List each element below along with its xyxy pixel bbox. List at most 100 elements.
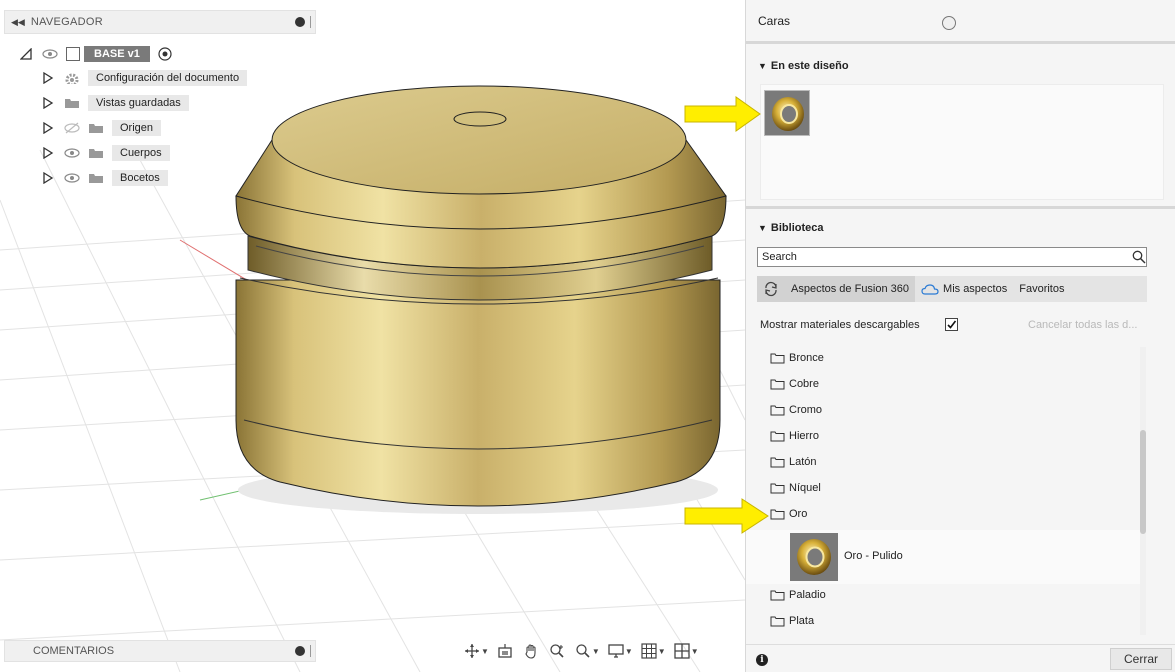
faces-radio[interactable] [942, 16, 956, 30]
library-search-input[interactable]: Search [757, 247, 1147, 267]
tab-favorites[interactable]: Favoritos [1013, 276, 1070, 302]
folder-icon [770, 353, 785, 364]
checkmark-icon [947, 320, 957, 329]
pin-dot-icon[interactable] [295, 17, 305, 27]
folder-icon [65, 99, 79, 108]
look-at-button[interactable] [497, 643, 513, 659]
comments-label: COMENTARIOS [33, 645, 115, 657]
tree-root-base[interactable]: BASE v1 [20, 44, 172, 64]
annotation-arrow-bottom [684, 498, 769, 534]
tree-item-label: Cuerpos [112, 145, 170, 161]
display-icon [608, 644, 624, 658]
eye-icon[interactable] [64, 147, 80, 159]
tree-item-saved-views[interactable]: Vistas guardadas [42, 93, 189, 113]
zoom-window-icon [576, 644, 590, 658]
collapsed-triangle-icon[interactable] [42, 122, 54, 134]
root-component-label[interactable]: BASE v1 [84, 46, 150, 62]
collapsed-triangle-icon[interactable] [42, 72, 54, 84]
zoom-button[interactable] [549, 643, 565, 659]
look-at-icon [498, 644, 512, 658]
library-item-label: Hierro [789, 430, 819, 442]
library-section-header[interactable]: ▼ Biblioteca [758, 222, 824, 234]
library-item-label: Oro [789, 508, 808, 520]
expanded-triangle-icon[interactable] [20, 48, 32, 60]
tree-item-origin[interactable]: Origen [42, 118, 162, 138]
navigator-header[interactable]: ◀◀ NAVEGADOR [4, 10, 316, 34]
appearance-panel: Caras ▼ En este diseño ▼ Biblioteca Search… [745, 0, 1175, 672]
library-item-label: Cromo [789, 404, 823, 416]
library-item-palladium[interactable]: Paladio [770, 589, 826, 601]
grid-settings-button[interactable]: ▼ [641, 643, 670, 659]
tab-my-appearances-label: Mis aspectos [943, 283, 1008, 295]
display-settings-button[interactable]: ▼ [608, 643, 637, 659]
search-placeholder: Search [762, 251, 797, 263]
refresh-icon[interactable] [757, 276, 785, 302]
fit-button[interactable]: ▼ [575, 643, 604, 659]
folder-icon [770, 590, 785, 601]
resize-handle[interactable] [310, 645, 312, 657]
library-item-copper[interactable]: Cobre [770, 378, 819, 390]
tree-item-label: Configuración del documento [88, 70, 248, 86]
close-button[interactable]: Cerrar [1110, 648, 1172, 670]
folder-icon [770, 483, 785, 494]
add-comment-icon[interactable] [295, 646, 305, 656]
library-item-label: Latón [789, 456, 817, 468]
tree-item-document-settings[interactable]: Configuración del documento [42, 68, 248, 88]
collapse-triangle-icon[interactable]: ▼ [758, 223, 767, 233]
viewports-button[interactable]: ▼ [674, 643, 703, 659]
library-item-chrome[interactable]: Cromo [770, 404, 822, 416]
annotation-arrow-top [684, 96, 761, 132]
viewports-icon [674, 643, 690, 659]
library-item-bronze[interactable]: Bronce [770, 352, 824, 364]
library-item-gold[interactable]: Oro [770, 508, 807, 520]
folder-icon [89, 149, 103, 158]
open-folder-icon [770, 509, 785, 520]
tree-item-label: Origen [112, 120, 162, 136]
model-center-hole [453, 111, 507, 127]
model-base-cylinder [235, 279, 721, 507]
collapsed-triangle-icon[interactable] [42, 147, 54, 159]
pan-button[interactable] [523, 643, 539, 659]
component-icon [66, 47, 80, 61]
in-design-section-title: En este diseño [770, 60, 849, 72]
folder-icon [770, 431, 785, 442]
library-tabs: Aspectos de Fusion 360 Mis aspectos Favo… [757, 276, 1147, 302]
collapsed-triangle-icon[interactable] [42, 97, 54, 109]
gold-material-thumbnail[interactable] [764, 90, 810, 136]
gold-polished-label: Oro - Pulido [844, 550, 903, 562]
in-design-materials-area [760, 84, 1164, 200]
tab-my-appearances[interactable]: Mis aspectos [915, 276, 1013, 302]
comments-bar[interactable]: COMENTARIOS [4, 640, 316, 662]
cloud-icon [921, 284, 939, 295]
library-item-brass[interactable]: Latón [770, 456, 817, 468]
tree-item-label: Bocetos [112, 170, 168, 186]
tree-item-bodies[interactable]: Cuerpos [42, 143, 170, 163]
in-design-section-header[interactable]: ▼ En este diseño [758, 60, 849, 72]
resize-handle[interactable] [310, 16, 312, 28]
navigation-toolbar: ▼ ▼ ▼ ▼ ▼ [464, 640, 703, 662]
eye-hidden-icon[interactable] [64, 122, 80, 134]
search-icon[interactable] [1130, 247, 1148, 267]
orbit-button[interactable]: ▼ [464, 643, 493, 659]
library-item-nickel[interactable]: Níquel [770, 482, 821, 494]
library-item-iron[interactable]: Hierro [770, 430, 819, 442]
collapse-triangle-icon[interactable]: ▼ [758, 61, 767, 71]
section-divider [746, 206, 1175, 209]
folder-icon [770, 379, 785, 390]
library-item-silver[interactable]: Plata [770, 615, 814, 627]
gold-polished-thumbnail[interactable] [790, 533, 838, 581]
info-icon[interactable]: i [756, 654, 768, 666]
library-scrollbar-thumb[interactable] [1140, 430, 1146, 534]
eye-icon[interactable] [64, 172, 80, 184]
tab-fusion-appearances[interactable]: Aspectos de Fusion 360 [785, 276, 916, 302]
collapsed-triangle-icon[interactable] [42, 172, 54, 184]
gear-icon [65, 73, 79, 84]
library-item-label: Cobre [789, 378, 819, 390]
activate-radio-icon[interactable] [158, 47, 172, 61]
tree-item-sketches[interactable]: Bocetos [42, 168, 168, 188]
cancel-all-downloads-link[interactable]: Cancelar todas las d... [1028, 319, 1137, 331]
3d-viewport[interactable]: ◀◀ NAVEGADOR BASE v1 Configuración del d… [0, 0, 745, 672]
show-downloadable-checkbox[interactable] [945, 318, 958, 331]
collapse-arrows-icon[interactable]: ◀◀ [11, 17, 25, 28]
eye-icon[interactable] [42, 48, 58, 60]
